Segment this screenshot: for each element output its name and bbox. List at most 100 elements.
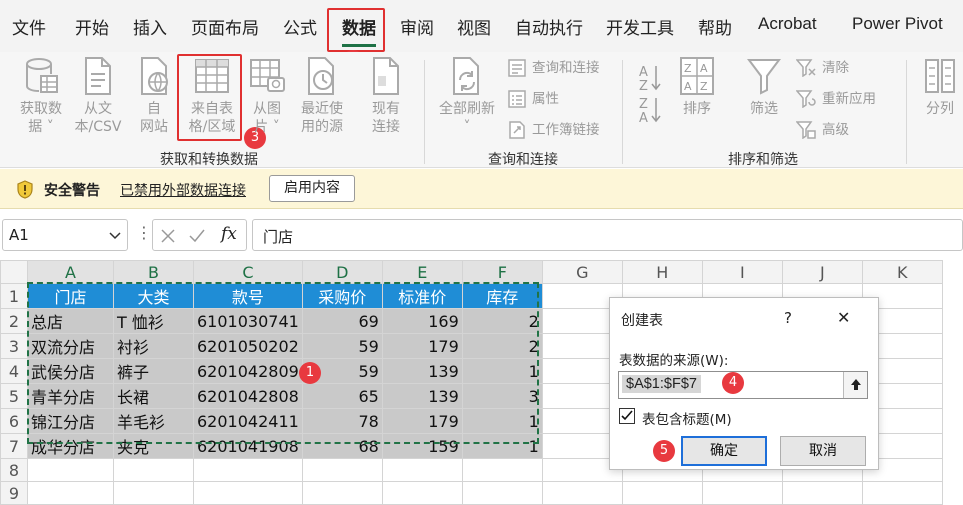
tab-acrobat[interactable]: Acrobat — [758, 14, 817, 34]
empty-cell[interactable] — [27, 481, 114, 505]
empty-cell[interactable] — [621, 481, 703, 505]
table-cell[interactable]: T 恤衫 — [113, 308, 194, 334]
select-all-corner[interactable] — [0, 260, 28, 284]
formula-input[interactable]: 门店 — [252, 219, 963, 251]
tab-help[interactable]: 帮助 — [698, 14, 732, 39]
tab-developer[interactable]: 开发工具 — [606, 14, 674, 39]
more-options-icon[interactable]: ⋮ — [136, 223, 152, 242]
row-header[interactable]: 3 — [0, 333, 28, 359]
table-header-cell[interactable]: 采购价 — [301, 283, 383, 309]
recent-sources-button[interactable]: 最近使 用的源 — [294, 56, 350, 136]
from-picture-button[interactable]: 从图 片 ˅ — [246, 56, 288, 136]
column-header[interactable]: B — [113, 260, 194, 284]
table-cell[interactable]: 1 — [461, 358, 543, 384]
column-header[interactable]: C — [193, 260, 303, 284]
table-cell[interactable]: 总店 — [27, 308, 114, 334]
table-header-cell[interactable]: 款号 — [193, 283, 303, 309]
row-header[interactable]: 8 — [0, 458, 28, 482]
properties-button[interactable]: 属性 — [508, 87, 559, 108]
column-header[interactable]: E — [381, 260, 463, 284]
help-icon[interactable]: ? — [784, 309, 792, 327]
row-header[interactable]: 5 — [0, 383, 28, 409]
column-header[interactable]: K — [861, 260, 943, 284]
table-cell[interactable]: 139 — [381, 383, 463, 409]
table-cell[interactable]: 夹克 — [113, 433, 194, 459]
table-cell[interactable]: 双流分店 — [27, 333, 114, 359]
table-cell[interactable]: 78 — [301, 408, 383, 434]
table-header-cell[interactable]: 大类 — [113, 283, 194, 309]
existing-connections-button[interactable]: 现有 连接 — [362, 56, 410, 136]
table-cell[interactable]: 1 — [461, 433, 543, 459]
table-cell[interactable]: 169 — [381, 308, 463, 334]
column-header[interactable]: G — [541, 260, 623, 284]
tab-insert[interactable]: 插入 — [133, 14, 167, 39]
column-header[interactable]: A — [27, 260, 114, 284]
table-cell[interactable]: 青羊分店 — [27, 383, 114, 409]
empty-cell[interactable] — [781, 481, 863, 505]
tab-home[interactable]: 开始 — [75, 14, 109, 39]
has-headers-checkbox[interactable] — [619, 408, 635, 424]
empty-cell[interactable] — [701, 481, 783, 505]
table-cell[interactable]: 179 — [381, 408, 463, 434]
empty-cell[interactable] — [113, 458, 194, 482]
collapse-dialog-button[interactable] — [843, 372, 867, 398]
empty-cell[interactable] — [461, 481, 543, 505]
empty-cell[interactable] — [301, 458, 383, 482]
empty-cell[interactable] — [113, 481, 194, 505]
refresh-all-button[interactable]: 全部刷新 ˅ — [434, 56, 500, 136]
tab-automate[interactable]: 自动执行 — [515, 14, 583, 39]
table-cell[interactable]: 衬衫 — [113, 333, 194, 359]
column-header[interactable]: H — [621, 260, 703, 284]
table-cell[interactable]: 159 — [381, 433, 463, 459]
from-text-csv-button[interactable]: 从文 本/CSV — [70, 56, 126, 136]
table-cell[interactable]: 1 — [461, 408, 543, 434]
sort-ascending-button[interactable]: AZZA — [636, 62, 666, 128]
table-cell[interactable]: 2 — [461, 333, 543, 359]
row-header[interactable]: 2 — [0, 308, 28, 334]
empty-cell[interactable] — [301, 481, 383, 505]
empty-cell[interactable] — [861, 481, 943, 505]
column-header[interactable]: J — [781, 260, 863, 284]
tab-view[interactable]: 视图 — [457, 14, 491, 39]
advanced-filter-button[interactable]: 高级 — [796, 118, 849, 139]
column-header[interactable]: F — [461, 260, 543, 284]
tab-file[interactable]: 文件 — [12, 14, 46, 39]
get-data-button[interactable]: 获取数 据 ˅ — [14, 56, 68, 136]
clear-filter-button[interactable]: 清除 — [796, 56, 849, 77]
table-cell[interactable]: 59 — [301, 333, 383, 359]
text-to-columns-button[interactable]: 分列 — [918, 56, 962, 118]
insert-function-icon[interactable]: fx — [221, 224, 237, 244]
table-cell[interactable]: 锦江分店 — [27, 408, 114, 434]
table-cell[interactable]: 6101030741 — [193, 308, 303, 334]
queries-connections-button[interactable]: 查询和连接 — [508, 56, 600, 77]
warning-message[interactable]: 已禁用外部数据连接 — [120, 180, 246, 200]
workbook-links-button[interactable]: 工作簿链接 — [508, 118, 600, 139]
empty-cell[interactable] — [381, 481, 463, 505]
row-header[interactable]: 9 — [0, 481, 28, 505]
table-cell[interactable]: 裤子 — [113, 358, 194, 384]
table-header-cell[interactable]: 标准价 — [381, 283, 463, 309]
empty-cell[interactable] — [193, 481, 303, 505]
row-header[interactable]: 1 — [0, 283, 28, 309]
tab-power-pivot[interactable]: Power Pivot — [852, 14, 943, 34]
table-cell[interactable]: 65 — [301, 383, 383, 409]
table-cell[interactable]: 6201041908 — [193, 433, 303, 459]
table-cell[interactable]: 武侯分店 — [27, 358, 114, 384]
column-header[interactable]: D — [301, 260, 383, 284]
table-cell[interactable]: 6201042809 — [193, 358, 303, 384]
empty-cell[interactable] — [27, 458, 114, 482]
table-cell[interactable]: 6201042808 — [193, 383, 303, 409]
has-headers-label[interactable]: 表包含标题(M) — [642, 408, 732, 428]
from-web-button[interactable]: 自 网站 — [132, 56, 176, 136]
name-box[interactable]: A1 — [2, 219, 128, 251]
cancel-icon[interactable] — [160, 228, 176, 244]
close-icon[interactable]: ✕ — [837, 308, 850, 327]
row-header[interactable]: 7 — [0, 433, 28, 459]
empty-cell[interactable] — [461, 458, 543, 482]
tab-review[interactable]: 审阅 — [400, 14, 434, 39]
table-cell[interactable]: 羊毛衫 — [113, 408, 194, 434]
table-cell[interactable]: 179 — [381, 333, 463, 359]
tab-formulas[interactable]: 公式 — [283, 14, 317, 39]
row-header[interactable]: 6 — [0, 408, 28, 434]
chevron-down-icon[interactable] — [109, 232, 121, 240]
